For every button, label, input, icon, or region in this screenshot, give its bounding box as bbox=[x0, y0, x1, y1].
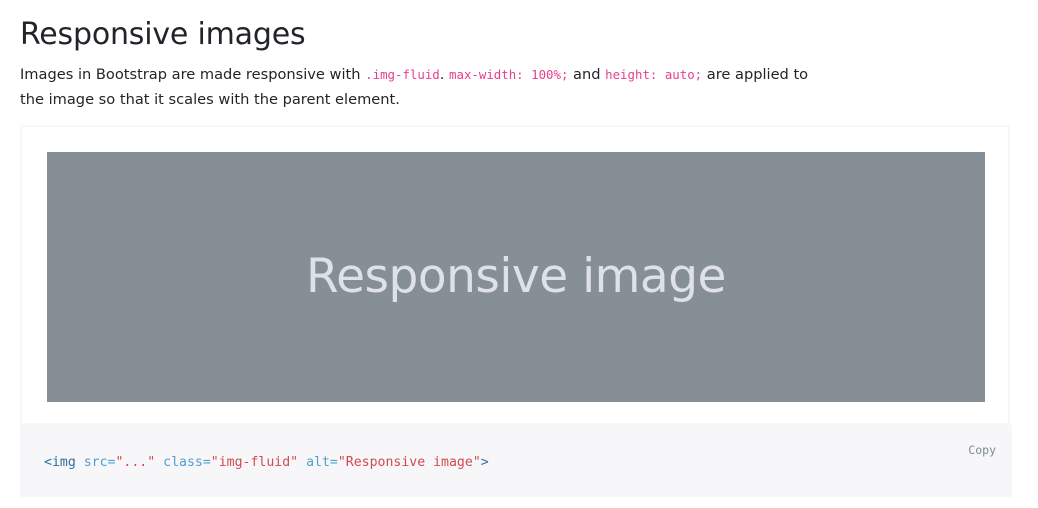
intro-text-3: and bbox=[568, 66, 606, 83]
code-snippet-block: Copy <img src="..." class="img-fluid" al… bbox=[20, 425, 1012, 497]
placeholder-label: Responsive image bbox=[306, 248, 726, 304]
code-tag-close: > bbox=[480, 455, 489, 470]
code-attr-alt: alt= bbox=[306, 455, 338, 470]
code-tag-open: <img bbox=[44, 455, 76, 470]
code-val-class: "img-fluid" bbox=[210, 455, 299, 470]
code-line: <img src="..." class="img-fluid" alt="Re… bbox=[44, 454, 489, 472]
inline-code-max-width: max-width: 100%; bbox=[449, 67, 569, 82]
code-attr-src: src= bbox=[83, 455, 116, 470]
responsive-image-placeholder: Responsive image bbox=[47, 152, 985, 402]
code-val-alt: "Responsive image" bbox=[337, 455, 481, 470]
intro-text-2: . bbox=[439, 66, 450, 83]
inline-code-img-fluid: .img-fluid bbox=[365, 67, 440, 82]
copy-button[interactable]: Copy bbox=[968, 443, 996, 457]
code-attr-class: class= bbox=[163, 455, 211, 470]
inline-code-height-auto: height: auto; bbox=[605, 67, 703, 82]
intro-paragraph: Images in Bootstrap are made responsive … bbox=[20, 62, 830, 112]
page-title: Responsive images bbox=[20, 17, 306, 52]
code-val-src: "..." bbox=[115, 455, 156, 470]
intro-text-1: Images in Bootstrap are made responsive … bbox=[20, 66, 366, 83]
example-box: Responsive image bbox=[20, 125, 1010, 425]
